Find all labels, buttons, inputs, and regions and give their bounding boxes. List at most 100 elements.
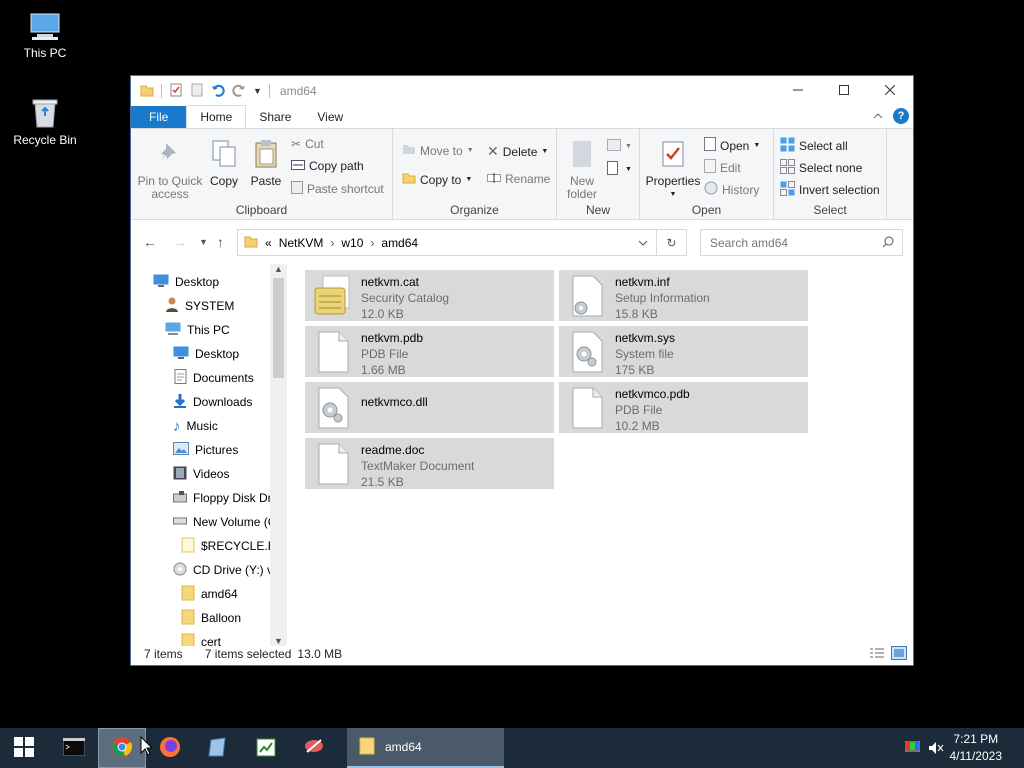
file-item[interactable]: netkvm.cat Security Catalog 12.0 KB: [305, 270, 554, 321]
title-bar[interactable]: ▼ amd64: [131, 76, 913, 106]
breadcrumb-w10[interactable]: w10: [341, 236, 363, 250]
nav-item-videos[interactable]: Videos: [173, 464, 229, 484]
invert-selection-button[interactable]: Invert selection: [780, 181, 880, 199]
recent-locations-icon[interactable]: ▼: [199, 237, 208, 247]
refresh-button[interactable]: ↻: [657, 229, 687, 256]
easy-access-button[interactable]: ▼: [607, 161, 632, 178]
properties-icon: [644, 137, 702, 171]
copy-button[interactable]: Copy: [205, 137, 243, 188]
nav-item-documents[interactable]: Documents: [173, 368, 254, 388]
paste-button[interactable]: Paste: [247, 137, 285, 188]
taskbar-explorer-window[interactable]: amd64: [347, 728, 504, 768]
back-icon[interactable]: ←: [143, 234, 157, 250]
breadcrumb-overflow[interactable]: «: [265, 236, 272, 250]
paste-shortcut-button[interactable]: Paste shortcut: [291, 181, 384, 197]
close-button[interactable]: [867, 76, 913, 104]
file-type: Security Catalog: [361, 291, 450, 305]
copy-path-button[interactable]: Copy path: [291, 159, 364, 173]
taskbar-presentations[interactable]: [290, 728, 338, 768]
start-button[interactable]: [0, 728, 48, 768]
display-icon[interactable]: [904, 740, 921, 757]
scroll-up-icon[interactable]: ▲: [274, 264, 283, 274]
help-icon[interactable]: ?: [893, 108, 909, 124]
nav-item-desktop-pc[interactable]: Desktop: [173, 344, 239, 364]
tab-share[interactable]: Share: [246, 106, 304, 128]
file-item[interactable]: netkvm.pdb PDB File 1.66 MB: [305, 326, 554, 377]
file-item[interactable]: readme.doc TextMaker Document 21.5 KB: [305, 438, 554, 489]
system-clock[interactable]: 7:21 PM 4/11/2023: [950, 731, 1003, 765]
spreadsheet-icon: [255, 736, 277, 761]
properties-button[interactable]: Properties ▼: [644, 137, 702, 201]
tab-file[interactable]: File: [131, 106, 187, 128]
desktop-icon-recycle-bin[interactable]: Recycle Bin: [0, 95, 90, 147]
new-item-icon: [607, 139, 621, 154]
open-icon: [704, 137, 716, 154]
file-item[interactable]: netkvmco.pdb PDB File 10.2 MB: [559, 382, 808, 433]
address-bar[interactable]: « NetKVM › w10 › amd64: [237, 229, 657, 256]
forward-icon[interactable]: →: [173, 234, 187, 250]
nav-scrollbar[interactable]: ▲ ▼: [270, 264, 287, 646]
customize-qat-icon[interactable]: ▼: [253, 86, 262, 96]
window-title: amd64: [279, 84, 317, 98]
taskbar-terminal[interactable]: [50, 728, 98, 768]
select-none-button[interactable]: Select none: [780, 159, 862, 177]
breadcrumb-amd64[interactable]: amd64: [381, 236, 418, 250]
address-bar-row: ← → ▼ ↑ « NetKVM › w10 › amd64 ↻ Search …: [131, 226, 913, 258]
minimize-button[interactable]: [775, 76, 821, 104]
select-all-button[interactable]: Select all: [780, 137, 848, 155]
history-button[interactable]: History: [704, 181, 759, 198]
new-folder-icon: [560, 137, 604, 171]
rename-button[interactable]: Rename: [487, 172, 550, 186]
edit-button[interactable]: Edit: [704, 159, 741, 176]
address-dropdown-icon[interactable]: [638, 236, 648, 250]
scrollbar-thumb[interactable]: [273, 278, 284, 378]
tab-home[interactable]: Home: [186, 105, 247, 128]
nav-item-amd64[interactable]: amd64: [181, 584, 238, 604]
taskbar-chrome[interactable]: [98, 728, 146, 768]
delete-button[interactable]: ✕ Delete ▼: [487, 143, 548, 160]
nav-item-this-pc[interactable]: This PC: [165, 320, 230, 340]
file-item[interactable]: netkvm.inf Setup Information 15.8 KB: [559, 270, 808, 321]
nav-item-new-volume[interactable]: New Volume (C: [173, 512, 276, 532]
nav-item-pictures[interactable]: Pictures: [173, 440, 238, 460]
file-name: netkvm.pdb: [361, 331, 424, 345]
nav-item-downloads[interactable]: Downloads: [173, 392, 252, 412]
tab-view[interactable]: View: [304, 106, 356, 128]
details-view-icon[interactable]: [869, 647, 885, 662]
nav-item-music[interactable]: ♪ Music: [173, 416, 218, 436]
search-icon: [882, 236, 894, 251]
copy-to-button[interactable]: Copy to ▼: [402, 172, 472, 187]
properties-qat-icon[interactable]: [169, 83, 183, 100]
taskbar-firefox[interactable]: [146, 728, 194, 768]
undo-icon[interactable]: [211, 83, 225, 100]
new-item-button[interactable]: ▼: [607, 139, 632, 154]
file-item[interactable]: netkvm.sys System file 175 KB: [559, 326, 808, 377]
up-icon[interactable]: ↑: [217, 234, 224, 250]
nav-item-desktop[interactable]: Desktop: [153, 272, 219, 292]
move-to-button[interactable]: Move to ▼: [402, 143, 474, 158]
collapse-ribbon-icon[interactable]: [873, 109, 883, 123]
volume-muted-icon[interactable]: [928, 741, 944, 758]
desktop-icon-this-pc[interactable]: This PC: [0, 8, 90, 60]
large-icons-view-icon[interactable]: [891, 646, 907, 663]
new-folder-qat-icon[interactable]: [190, 83, 204, 100]
chevron-right-icon: ›: [330, 235, 335, 250]
redo-icon[interactable]: [232, 83, 246, 100]
blank-file-icon: [566, 386, 608, 432]
nav-item-floppy[interactable]: Floppy Disk Dri: [173, 488, 274, 508]
nav-item-balloon[interactable]: Balloon: [181, 608, 241, 628]
pin-to-quick-access-button[interactable]: Pin to Quick access: [137, 137, 203, 201]
search-input[interactable]: Search amd64: [700, 229, 903, 256]
file-item[interactable]: netkvmco.dll: [305, 382, 554, 433]
breadcrumb-netkvm[interactable]: NetKVM: [279, 236, 324, 250]
maximize-button[interactable]: [821, 76, 867, 104]
cut-button[interactable]: ✂ Cut: [291, 137, 324, 151]
selected-count: 7 items selected: [204, 647, 292, 661]
taskbar-app[interactable]: [194, 728, 242, 768]
nav-item-system[interactable]: SYSTEM: [165, 296, 234, 316]
taskbar-planmaker[interactable]: [242, 728, 290, 768]
group-label: Select: [813, 203, 847, 217]
new-folder-button[interactable]: New folder: [560, 137, 604, 201]
open-button[interactable]: Open ▼: [704, 137, 760, 154]
nav-item-cd-drive[interactable]: CD Drive (Y:) vi: [173, 560, 276, 580]
